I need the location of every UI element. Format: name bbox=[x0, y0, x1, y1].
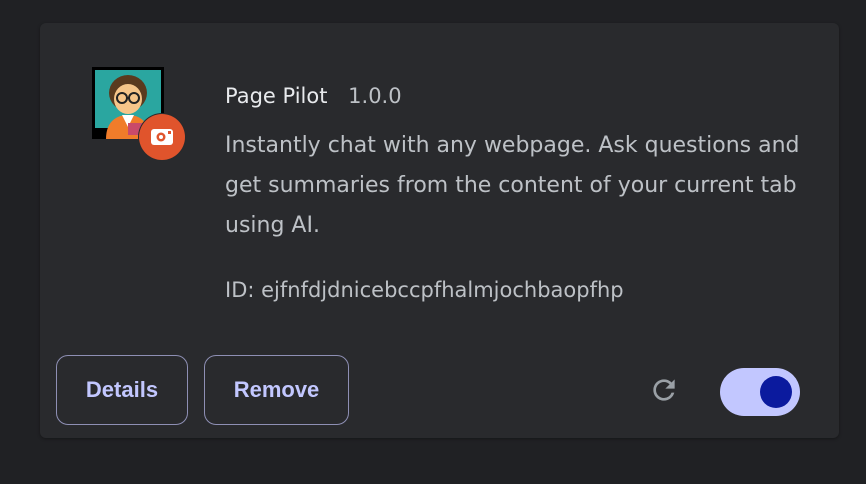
extension-description: Instantly chat with any webpage. Ask que… bbox=[225, 133, 800, 238]
extension-title-row: Page Pilot 1.0.0 bbox=[225, 81, 402, 111]
reload-icon[interactable] bbox=[646, 372, 682, 408]
extension-name: Page Pilot bbox=[225, 84, 328, 108]
extension-version: 1.0.0 bbox=[348, 84, 402, 108]
extension-card: Page Pilot 1.0.0 Instantly chat with any… bbox=[40, 23, 839, 438]
unpacked-extension-badge-icon bbox=[139, 114, 185, 160]
remove-button[interactable]: Remove bbox=[204, 355, 349, 425]
extension-id: ID: ejfnfdjdnicebccpfhalmjochbaopfhp bbox=[225, 278, 624, 302]
toggle-knob bbox=[760, 376, 792, 408]
details-button[interactable]: Details bbox=[56, 355, 188, 425]
enable-toggle[interactable] bbox=[720, 368, 800, 416]
